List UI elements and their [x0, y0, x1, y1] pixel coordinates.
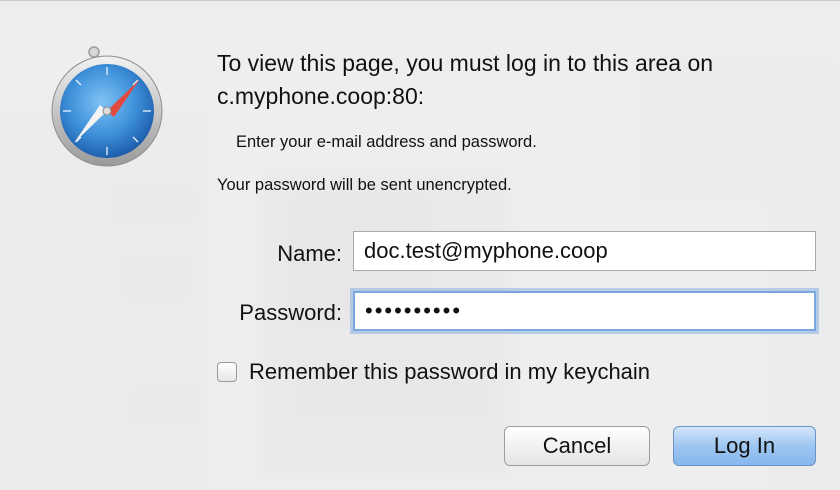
remember-password-row[interactable]: Remember this password in my keychain [217, 359, 650, 385]
cancel-button[interactable]: Cancel [504, 426, 650, 466]
name-label: Name: [277, 241, 342, 266]
log-in-button[interactable]: Log In [673, 426, 816, 466]
password-label: Password: [239, 300, 342, 325]
dialog-prompt: Enter your e-mail address and password. [236, 133, 537, 151]
password-field[interactable] [353, 291, 816, 331]
safari-compass-icon [51, 46, 163, 167]
security-warning: Your password will be sent unencrypted. [217, 176, 512, 194]
remember-password-label[interactable]: Remember this password in my keychain [249, 359, 650, 385]
remember-password-checkbox[interactable] [217, 362, 237, 382]
dialog-message: To view this page, you must log in to th… [217, 50, 714, 109]
login-dialog: To view this page, you must log in to th… [0, 0, 840, 490]
name-field[interactable] [353, 231, 816, 271]
